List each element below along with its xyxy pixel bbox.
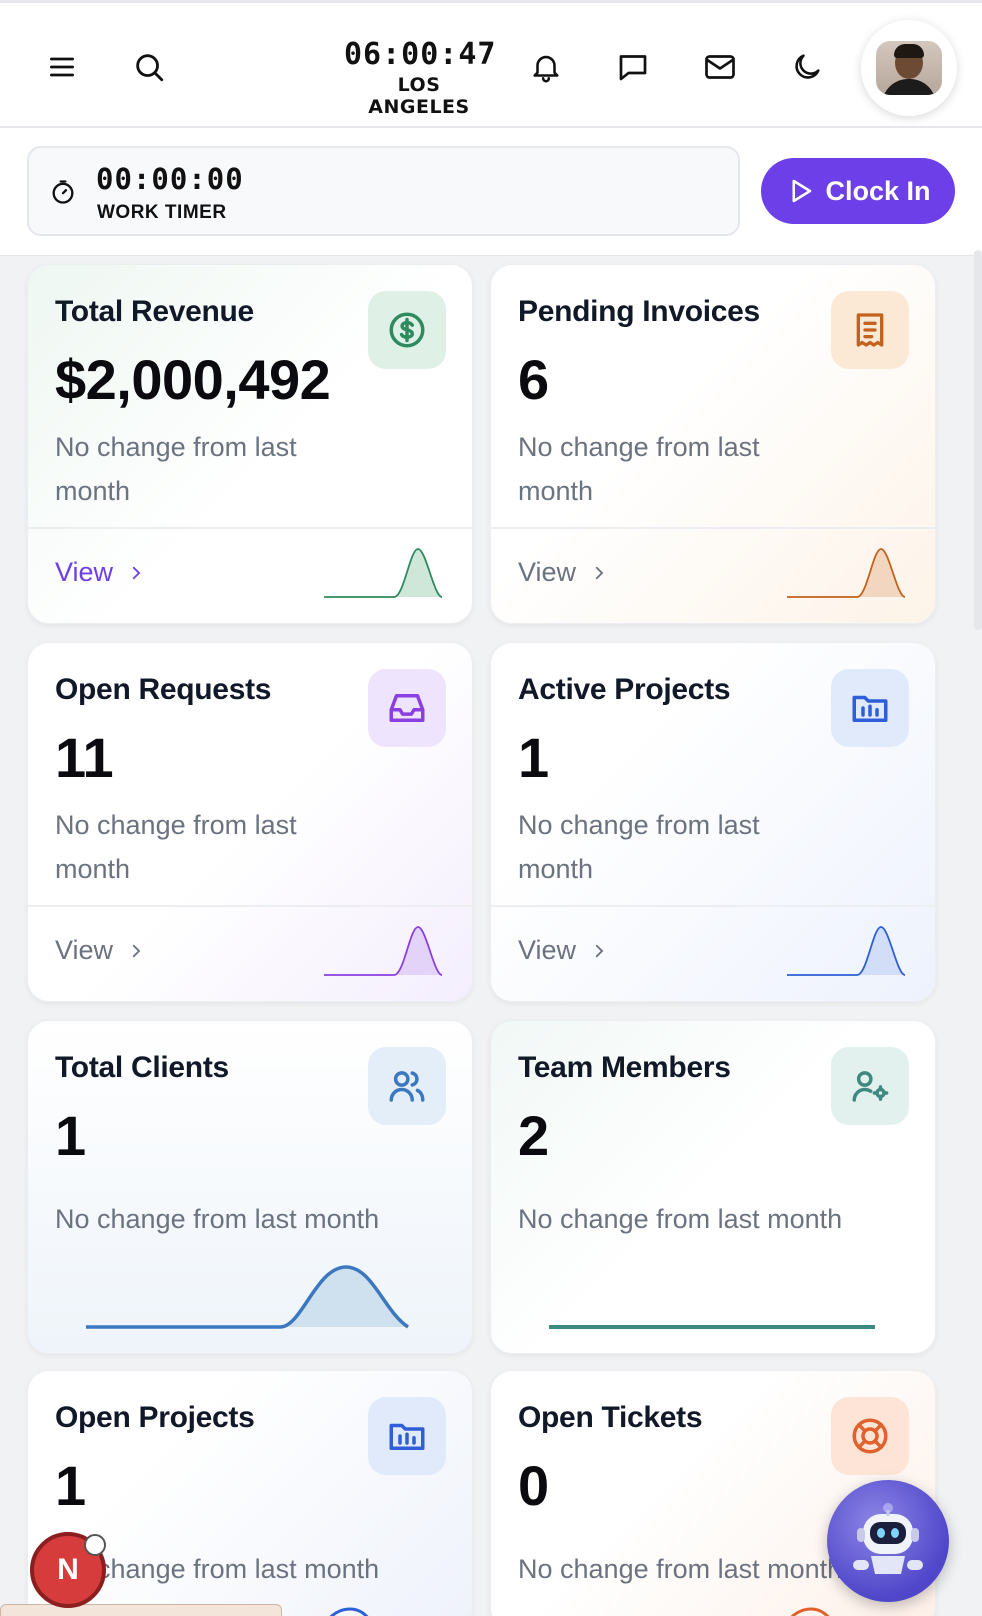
work-timer: 00:00:00 WORK TIMER xyxy=(27,146,740,236)
top-bar: 06:00:47 LOS ANGELES xyxy=(0,0,982,128)
receipt-icon xyxy=(831,291,909,369)
trend-chart xyxy=(329,1607,369,1616)
inbox-icon xyxy=(368,669,446,747)
card-value: 11 xyxy=(55,726,114,789)
card-title: Pending Invoices xyxy=(518,295,760,328)
stat-card-total-revenue: Total Revenue $2,000,492 No change from … xyxy=(27,264,473,624)
view-label: View xyxy=(55,935,114,965)
stat-card-open-requests: Open Requests 11 No change from last mon… xyxy=(27,642,473,1002)
sparkline xyxy=(787,926,906,976)
menu-icon[interactable] xyxy=(38,43,86,91)
chat-icon[interactable] xyxy=(609,43,657,91)
trend-chart xyxy=(790,1607,830,1616)
world-clock: 06:00:47 LOS ANGELES xyxy=(344,37,497,118)
users-icon xyxy=(368,1047,446,1125)
card-subtitle: No change from last month xyxy=(55,432,297,506)
card-title: Team Members xyxy=(518,1051,731,1084)
lifebuoy-icon xyxy=(831,1397,909,1475)
stopwatch-icon xyxy=(52,180,74,204)
mail-icon[interactable] xyxy=(696,43,744,91)
view-link[interactable]: View xyxy=(55,557,145,588)
status-dot xyxy=(84,1534,106,1556)
clock-city: LOS ANGELES xyxy=(368,74,470,118)
stat-card-pending-invoices: Pending Invoices 6 No change from last m… xyxy=(490,264,936,624)
card-subtitle: No change from last month xyxy=(55,1554,380,1584)
card-value: 0 xyxy=(518,1454,549,1517)
card-footer: View xyxy=(28,905,472,1001)
card-value: 1 xyxy=(55,1454,86,1517)
stat-card-active-projects: Active Projects 1 No change from last mo… xyxy=(490,642,936,1002)
card-title: Open Requests xyxy=(55,673,272,706)
view-label: View xyxy=(518,935,577,965)
search-icon[interactable] xyxy=(125,43,173,91)
card-value: 1 xyxy=(518,726,549,789)
profile-avatar-button[interactable] xyxy=(861,20,957,116)
card-subtitle: No change from last month xyxy=(518,810,760,884)
card-footer: View xyxy=(28,527,472,623)
play-icon xyxy=(792,179,812,203)
avatar xyxy=(876,41,942,95)
view-link[interactable]: View xyxy=(518,557,608,588)
chevron-right-icon xyxy=(595,944,604,957)
scrollbar[interactable] xyxy=(974,250,982,630)
timer-label: WORK TIMER xyxy=(97,202,227,223)
view-link[interactable]: View xyxy=(518,935,608,966)
bell-icon[interactable] xyxy=(522,43,570,91)
dollar-icon xyxy=(368,291,446,369)
timer-time: 00:00:00 xyxy=(96,162,244,196)
card-title: Total Clients xyxy=(55,1051,229,1084)
card-title: Open Projects xyxy=(55,1401,255,1434)
sparkline xyxy=(324,926,443,976)
sparkline xyxy=(787,548,906,598)
card-subtitle: No change from last month xyxy=(518,1204,843,1234)
trend-chart xyxy=(86,1265,410,1329)
card-footer: View xyxy=(491,527,935,623)
card-footer: View xyxy=(491,905,935,1001)
robot-icon xyxy=(853,1503,923,1574)
notification-initial: N xyxy=(57,1553,79,1586)
card-value: 1 xyxy=(55,1104,86,1167)
chevron-right-icon xyxy=(132,566,141,579)
clock-time: 06:00:47 xyxy=(344,37,497,72)
stat-card-total-clients: Total Clients 1 No change from last mont… xyxy=(27,1020,473,1354)
card-subtitle: No change from last month xyxy=(55,810,297,884)
card-subtitle: No change from last month xyxy=(55,1204,380,1234)
card-value: 2 xyxy=(518,1104,549,1167)
stat-card-team-members: Team Members 2 No change from last month xyxy=(490,1020,936,1354)
folder-chart-icon xyxy=(831,669,909,747)
card-title: Active Projects xyxy=(518,673,731,706)
view-label: View xyxy=(518,557,577,587)
card-value: 6 xyxy=(518,348,549,411)
notification-avatar-button[interactable]: N xyxy=(30,1532,106,1608)
view-link[interactable]: View xyxy=(55,935,145,966)
sparkline xyxy=(324,548,443,598)
card-title: Open Tickets xyxy=(518,1401,703,1434)
clock-in-label: Clock In xyxy=(825,175,931,206)
card-title: Total Revenue xyxy=(55,295,254,328)
assistant-bot-button[interactable] xyxy=(827,1480,949,1602)
card-subtitle: No change from last month xyxy=(518,1554,843,1584)
chevron-right-icon xyxy=(132,944,141,957)
view-label: View xyxy=(55,557,114,587)
moon-icon[interactable] xyxy=(783,43,831,91)
chevron-right-icon xyxy=(595,566,604,579)
card-value: $2,000,492 xyxy=(55,348,331,411)
clock-in-button[interactable]: Clock In xyxy=(761,158,955,224)
trend-chart xyxy=(549,1325,875,1329)
folder-chart-icon xyxy=(368,1397,446,1475)
card-subtitle: No change from last month xyxy=(518,432,760,506)
bottom-drawer-tab[interactable] xyxy=(0,1604,282,1616)
user-gear-icon xyxy=(831,1047,909,1125)
